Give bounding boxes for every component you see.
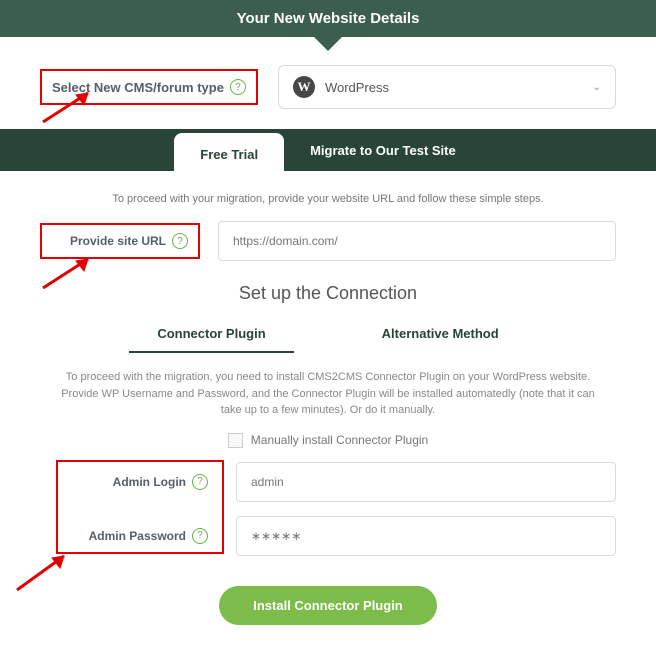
manual-install-checkbox[interactable] [228, 433, 243, 448]
instructions-text: To proceed with the migration, you need … [0, 353, 656, 433]
subtab-label: Connector Plugin [157, 326, 265, 341]
admin-password-input[interactable] [236, 516, 616, 556]
admin-login-label: Admin Login ? [40, 466, 218, 498]
help-icon[interactable]: ? [172, 233, 188, 249]
admin-password-label: Admin Password ? [40, 520, 218, 552]
cms-row: Select New CMS/forum type ? W WordPress … [0, 37, 656, 129]
cms-label: Select New CMS/forum type ? [40, 69, 258, 105]
subtab-label: Alternative Method [382, 326, 499, 341]
tab-label: Free Trial [200, 147, 258, 162]
wordpress-icon: W [293, 76, 315, 98]
header-banner: Your New Website Details [0, 0, 656, 37]
url-input[interactable] [218, 221, 616, 261]
tab-migrate-test[interactable]: Migrate to Our Test Site [284, 129, 482, 171]
tab-label: Migrate to Our Test Site [310, 143, 456, 158]
tab-free-trial[interactable]: Free Trial [174, 133, 284, 175]
subtabbar: Connector Plugin Alternative Method [0, 318, 656, 353]
manual-install-row: Manually install Connector Plugin [0, 433, 656, 462]
admin-password-label-text: Admin Password [89, 529, 186, 543]
intro-text: To proceed with your migration, provide … [0, 171, 656, 221]
cms-dropdown[interactable]: W WordPress ⌄ [278, 65, 616, 109]
url-label: Provide site URL ? [40, 223, 200, 259]
admin-block: Admin Login ? Admin Password ? [0, 462, 656, 570]
subtab-connector[interactable]: Connector Plugin [129, 318, 293, 353]
admin-login-row: Admin Login ? [40, 462, 616, 516]
cms-selected: WordPress [325, 80, 389, 95]
cms-label-text: Select New CMS/forum type [52, 80, 224, 95]
help-icon[interactable]: ? [192, 528, 208, 544]
admin-password-row: Admin Password ? [40, 516, 616, 570]
url-row: Provide site URL ? [0, 221, 656, 275]
header-title: Your New Website Details [237, 10, 420, 27]
section-title: Set up the Connection [0, 275, 656, 318]
chevron-down-icon: ⌄ [593, 82, 601, 93]
url-label-text: Provide site URL [70, 234, 166, 248]
install-connector-button[interactable]: Install Connector Plugin [219, 586, 437, 625]
manual-install-label: Manually install Connector Plugin [251, 433, 428, 447]
help-icon[interactable]: ? [192, 474, 208, 490]
help-icon[interactable]: ? [230, 79, 246, 95]
admin-login-input[interactable] [236, 462, 616, 502]
subtab-alternative[interactable]: Alternative Method [354, 318, 527, 353]
tabbar: Free Trial Migrate to Our Test Site [0, 129, 656, 171]
install-btn-label: Install Connector Plugin [253, 598, 403, 613]
admin-login-label-text: Admin Login [113, 475, 186, 489]
